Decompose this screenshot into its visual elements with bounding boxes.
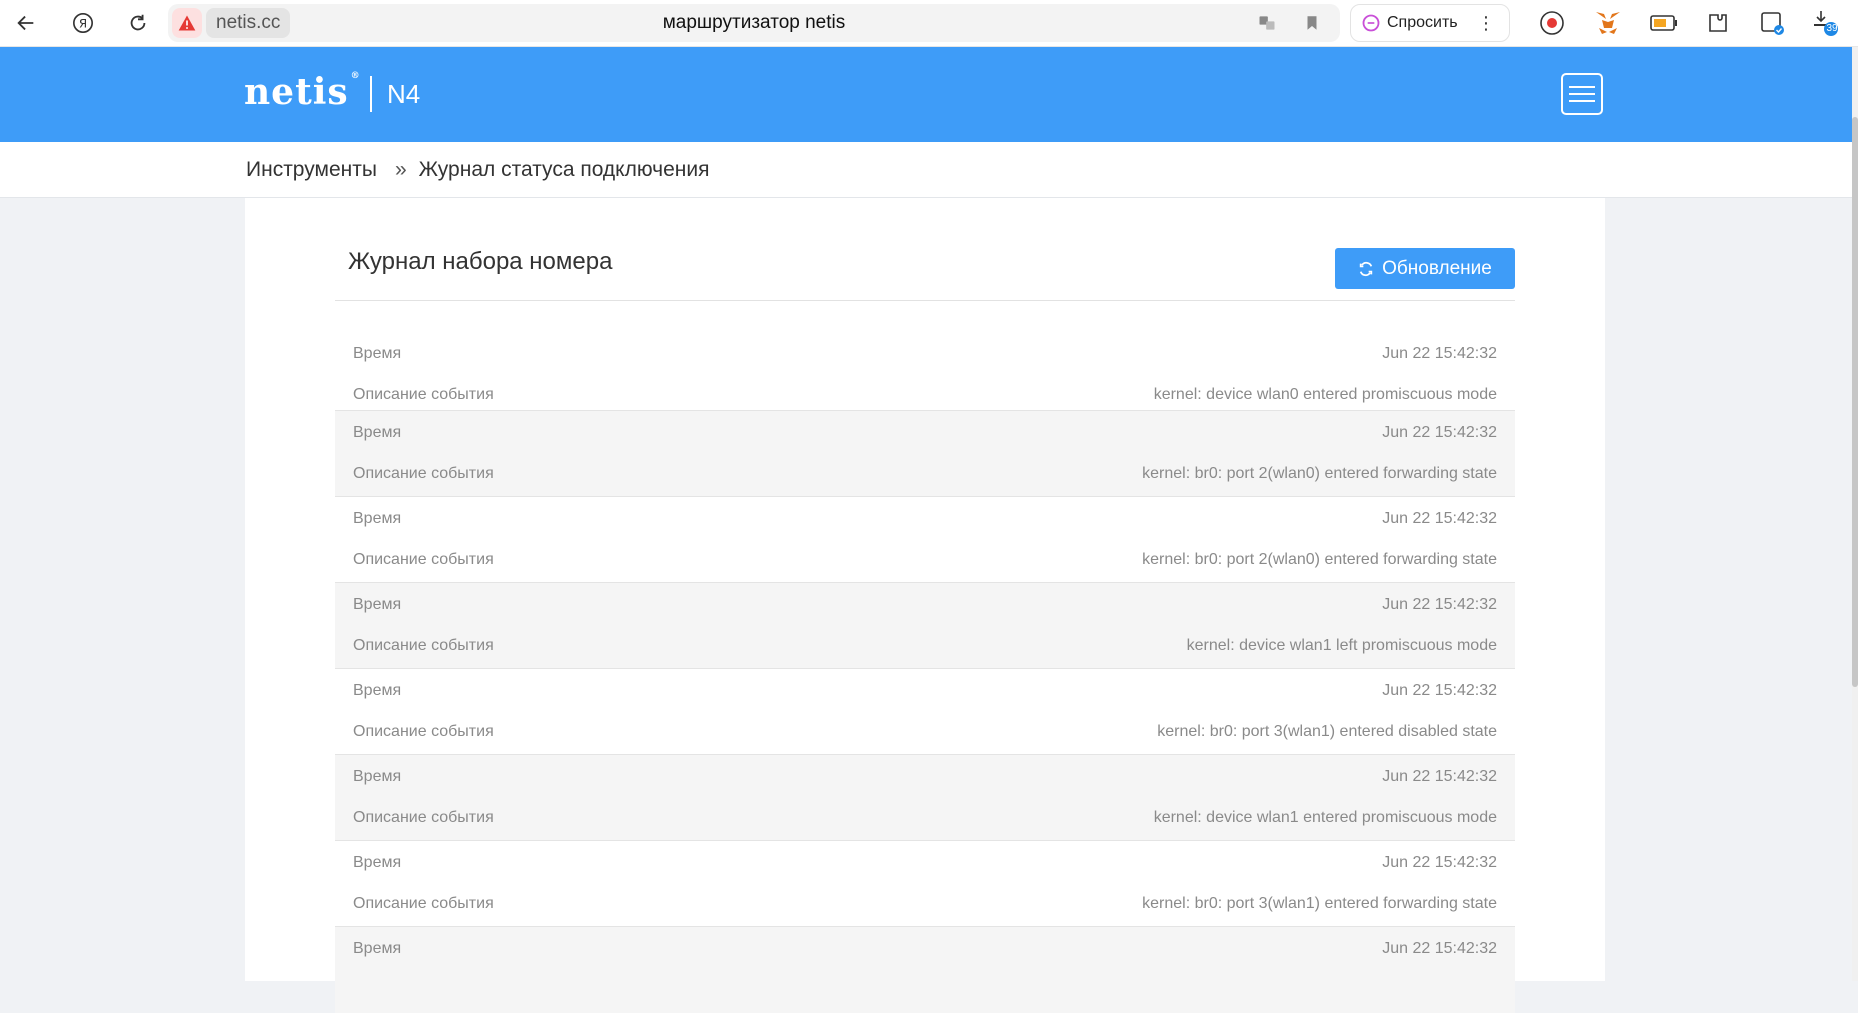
desc-label: Описание события <box>353 551 494 568</box>
time-value: Jun 22 15:42:32 <box>1382 854 1497 871</box>
desc-value: kernel: br0: port 2(wlan0) entered forwa… <box>1142 551 1497 568</box>
desc-label: Описание события <box>353 895 494 912</box>
time-label: Время <box>353 768 402 785</box>
router-header: netis ® N4 <box>0 47 1852 142</box>
log-row: Время Jun 22 15:42:32 Описание события k… <box>335 583 1515 669</box>
time-value: Jun 22 15:42:32 <box>1382 768 1497 785</box>
more-icon[interactable]: ⋮ <box>1477 13 1495 34</box>
page-scrollbar[interactable] <box>1852 47 1858 981</box>
tab-manager-icon[interactable] <box>1758 9 1786 37</box>
netis-logo[interactable]: netis ® <box>244 71 361 113</box>
reload-icon[interactable] <box>118 3 158 43</box>
bookmark-icon[interactable] <box>1301 12 1323 34</box>
time-label: Время <box>353 682 402 699</box>
download-count-badge: 39 <box>1826 23 1838 34</box>
time-value: Jun 22 15:42:32 <box>1382 345 1497 362</box>
logo-trademark: ® <box>350 71 361 81</box>
browser-toolbar: Я netis.cc маршрутизатор netis Спросить … <box>0 0 1858 47</box>
log-row: Время Jun 22 15:42:32 Описание события k… <box>335 411 1515 497</box>
breadcrumb-current: Журнал статуса подключения <box>418 158 710 181</box>
record-icon[interactable] <box>1538 9 1566 37</box>
log-row: Время Jun 22 15:42:32 Описание события k… <box>335 497 1515 583</box>
time-value: Jun 22 15:42:32 <box>1382 940 1497 957</box>
tab-title: маршрутизатор netis <box>662 12 846 33</box>
download-icon[interactable]: 39 <box>1812 9 1840 37</box>
hamburger-icon[interactable] <box>1561 73 1603 115</box>
breadcrumb-bar: Инструменты » Журнал статуса подключения <box>0 142 1852 198</box>
desc-value: kernel: device wlan1 left promiscuous mo… <box>1186 637 1497 654</box>
warning-icon[interactable] <box>172 8 202 38</box>
desc-value: kernel: br0: port 3(wlan1) entered forwa… <box>1142 895 1497 912</box>
ask-label: Спросить <box>1387 14 1458 31</box>
time-value: Jun 22 15:42:32 <box>1382 510 1497 527</box>
desc-label: Описание события <box>353 637 494 654</box>
time-label: Время <box>353 424 402 441</box>
battery-icon[interactable] <box>1650 9 1678 37</box>
log-row: Время Jun 22 15:42:32 Описание события k… <box>335 669 1515 755</box>
time-label: Время <box>353 510 402 527</box>
translate-icon[interactable] <box>1256 12 1278 34</box>
time-value: Jun 22 15:42:32 <box>1382 424 1497 441</box>
log-row: Время Jun 22 15:42:32 <box>335 927 1515 1013</box>
breadcrumb-section[interactable]: Инструменты <box>246 158 377 182</box>
time-label: Время <box>353 345 402 362</box>
breadcrumb: Инструменты » Журнал статуса подключения <box>246 158 709 182</box>
refresh-icon <box>1359 261 1373 276</box>
log-list: Время Jun 22 15:42:32 Описание события k… <box>335 325 1515 1013</box>
desc-value: kernel: device wlan1 entered promiscuous… <box>1153 809 1497 826</box>
desc-value: kernel: br0: port 2(wlan0) entered forwa… <box>1142 465 1497 482</box>
logo-divider <box>370 76 372 112</box>
desc-label: Описание события <box>353 723 494 740</box>
log-row: Время Jun 22 15:42:32 Описание события k… <box>335 325 1515 411</box>
log-row: Время Jun 22 15:42:32 Описание события k… <box>335 755 1515 841</box>
title-divider <box>335 300 1515 301</box>
time-label: Время <box>353 940 402 957</box>
panel-title: Журнал набора номера <box>348 248 613 275</box>
refresh-button[interactable]: Обновление <box>1335 248 1515 289</box>
refresh-label: Обновление <box>1382 257 1492 279</box>
log-panel: Журнал набора номера Обновление Время Ju… <box>245 198 1605 1013</box>
ask-button[interactable]: Спросить ⋮ <box>1350 4 1510 42</box>
time-value: Jun 22 15:42:32 <box>1382 682 1497 699</box>
address-bar[interactable]: netis.cc маршрутизатор netis <box>168 4 1340 42</box>
breadcrumb-separator: » <box>394 158 407 181</box>
time-value: Jun 22 15:42:32 <box>1382 596 1497 613</box>
time-label: Время <box>353 854 402 871</box>
desc-value: kernel: br0: port 3(wlan1) entered disab… <box>1157 723 1497 740</box>
desc-label: Описание события <box>353 809 494 826</box>
desc-value: kernel: device wlan0 entered promiscuous… <box>1153 386 1497 403</box>
desc-label: Описание события <box>353 386 494 403</box>
log-row: Время Jun 22 15:42:32 Описание события k… <box>335 841 1515 927</box>
logo-text: netis <box>244 71 349 113</box>
metamask-icon[interactable] <box>1594 9 1622 37</box>
url-text[interactable]: netis.cc <box>206 8 291 38</box>
scrollbar-thumb[interactable] <box>1852 117 1858 687</box>
desc-label: Описание события <box>353 465 494 482</box>
back-arrow-icon[interactable] <box>6 3 46 43</box>
svg-text:Я: Я <box>79 17 87 31</box>
time-label: Время <box>353 596 402 613</box>
alice-icon <box>1361 13 1381 33</box>
extension-icon[interactable] <box>1704 9 1732 37</box>
model-name: N4 <box>387 79 421 109</box>
yandex-icon[interactable]: Я <box>63 3 103 43</box>
